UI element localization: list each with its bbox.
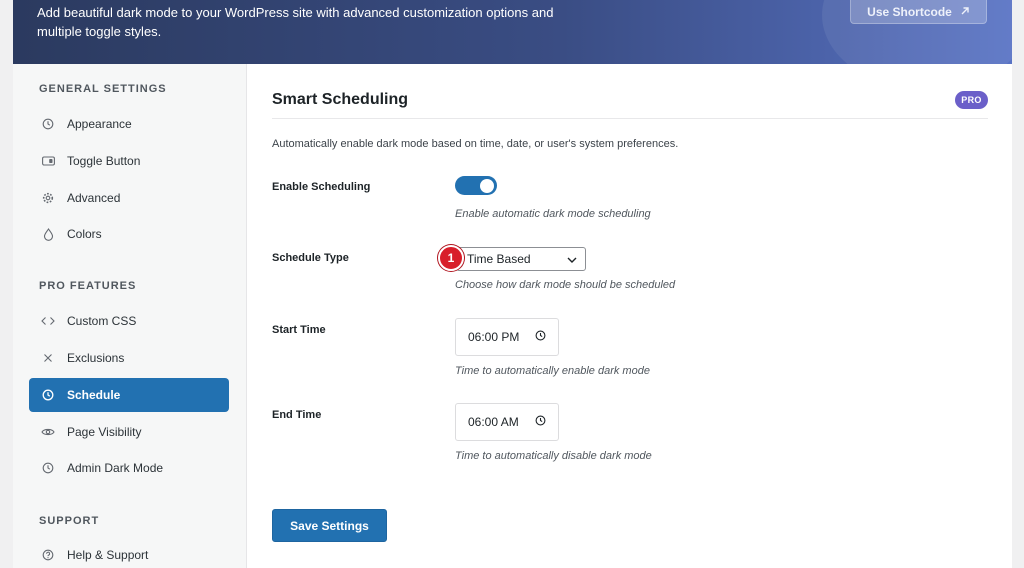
title-divider: [272, 118, 988, 119]
sidebar-item-help-support[interactable]: Help & Support: [29, 538, 229, 568]
sidebar-item-admin-dark-mode[interactable]: Admin Dark Mode: [29, 451, 229, 485]
gear-icon: [41, 191, 55, 205]
droplet-icon: [41, 227, 55, 241]
sidebar-item-label: Appearance: [67, 117, 132, 131]
sidebar-item-label: Admin Dark Mode: [67, 461, 164, 475]
sidebar-item-schedule[interactable]: Schedule: [29, 378, 229, 412]
sidebar-item-colors[interactable]: Colors: [29, 217, 229, 251]
schedule-type-value: Time Based: [467, 252, 531, 266]
enable-scheduling-label: Enable Scheduling: [272, 181, 371, 193]
settings-panel: Smart Scheduling PRO Automatically enabl…: [247, 64, 1012, 568]
page-description: Automatically enable dark mode based on …: [272, 138, 679, 150]
start-time-input[interactable]: 06:00 PM: [455, 318, 559, 356]
sidebar-item-custom-css[interactable]: Custom CSS: [29, 304, 229, 338]
clock-icon: [535, 330, 546, 344]
sidebar-item-page-visibility[interactable]: Page Visibility: [29, 415, 229, 449]
start-time-help: Time to automatically enable dark mode: [455, 365, 650, 377]
help-icon: [41, 548, 55, 562]
clock-icon: [41, 461, 55, 475]
use-shortcode-label: Use Shortcode: [867, 5, 952, 19]
sidebar: GENERAL SETTINGS Appearance Toggle Butto…: [13, 64, 247, 568]
sidebar-section-pro: PRO FEATURES: [39, 280, 137, 292]
schedule-type-help: Choose how dark mode should be scheduled: [455, 279, 676, 291]
step-marker: 1: [438, 245, 464, 271]
use-shortcode-button[interactable]: Use Shortcode: [850, 0, 987, 24]
sidebar-item-advanced[interactable]: Advanced: [29, 181, 229, 215]
clock-icon: [41, 117, 55, 131]
sidebar-section-general: GENERAL SETTINGS: [39, 83, 167, 95]
start-time-value: 06:00 PM: [468, 330, 520, 344]
toggle-icon: [41, 154, 55, 168]
toggle-knob: [480, 178, 494, 193]
arrow-up-right-icon: [960, 5, 970, 19]
sidebar-item-label: Exclusions: [67, 351, 125, 365]
pro-badge: PRO: [955, 91, 988, 109]
end-time-input[interactable]: 06:00 AM: [455, 403, 559, 441]
clock-icon: [41, 388, 55, 402]
enable-scheduling-toggle[interactable]: [455, 176, 497, 195]
enable-scheduling-help: Enable automatic dark mode scheduling: [455, 208, 651, 220]
schedule-type-select[interactable]: Time Based: [456, 247, 586, 271]
code-icon: [41, 314, 55, 328]
page-title: Smart Scheduling: [272, 91, 409, 108]
sidebar-item-label: Help & Support: [67, 548, 149, 562]
save-settings-button[interactable]: Save Settings: [272, 509, 387, 542]
sidebar-item-label: Colors: [67, 227, 102, 241]
schedule-type-label: Schedule Type: [272, 252, 349, 264]
sidebar-item-label: Advanced: [67, 191, 121, 205]
sidebar-item-toggle-button[interactable]: Toggle Button: [29, 144, 229, 178]
end-time-label: End Time: [272, 409, 322, 421]
sidebar-item-appearance[interactable]: Appearance: [29, 107, 229, 141]
sidebar-section-support: SUPPORT: [39, 515, 100, 527]
chevron-down-icon: [567, 252, 577, 266]
clock-icon: [535, 415, 546, 429]
sidebar-item-label: Schedule: [67, 388, 121, 402]
sidebar-item-label: Toggle Button: [67, 154, 141, 168]
close-icon: [41, 351, 55, 365]
sidebar-item-exclusions[interactable]: Exclusions: [29, 341, 229, 375]
start-time-label: Start Time: [272, 324, 326, 336]
sidebar-item-label: Page Visibility: [67, 425, 142, 439]
header-banner: Add beautiful dark mode to your WordPres…: [13, 0, 1012, 64]
eye-icon: [41, 425, 55, 439]
sidebar-item-label: Custom CSS: [67, 314, 137, 328]
end-time-value: 06:00 AM: [468, 415, 519, 429]
app-frame: Add beautiful dark mode to your WordPres…: [13, 0, 1012, 568]
banner-description: Add beautiful dark mode to your WordPres…: [37, 5, 554, 39]
end-time-help: Time to automatically disable dark mode: [455, 450, 652, 462]
